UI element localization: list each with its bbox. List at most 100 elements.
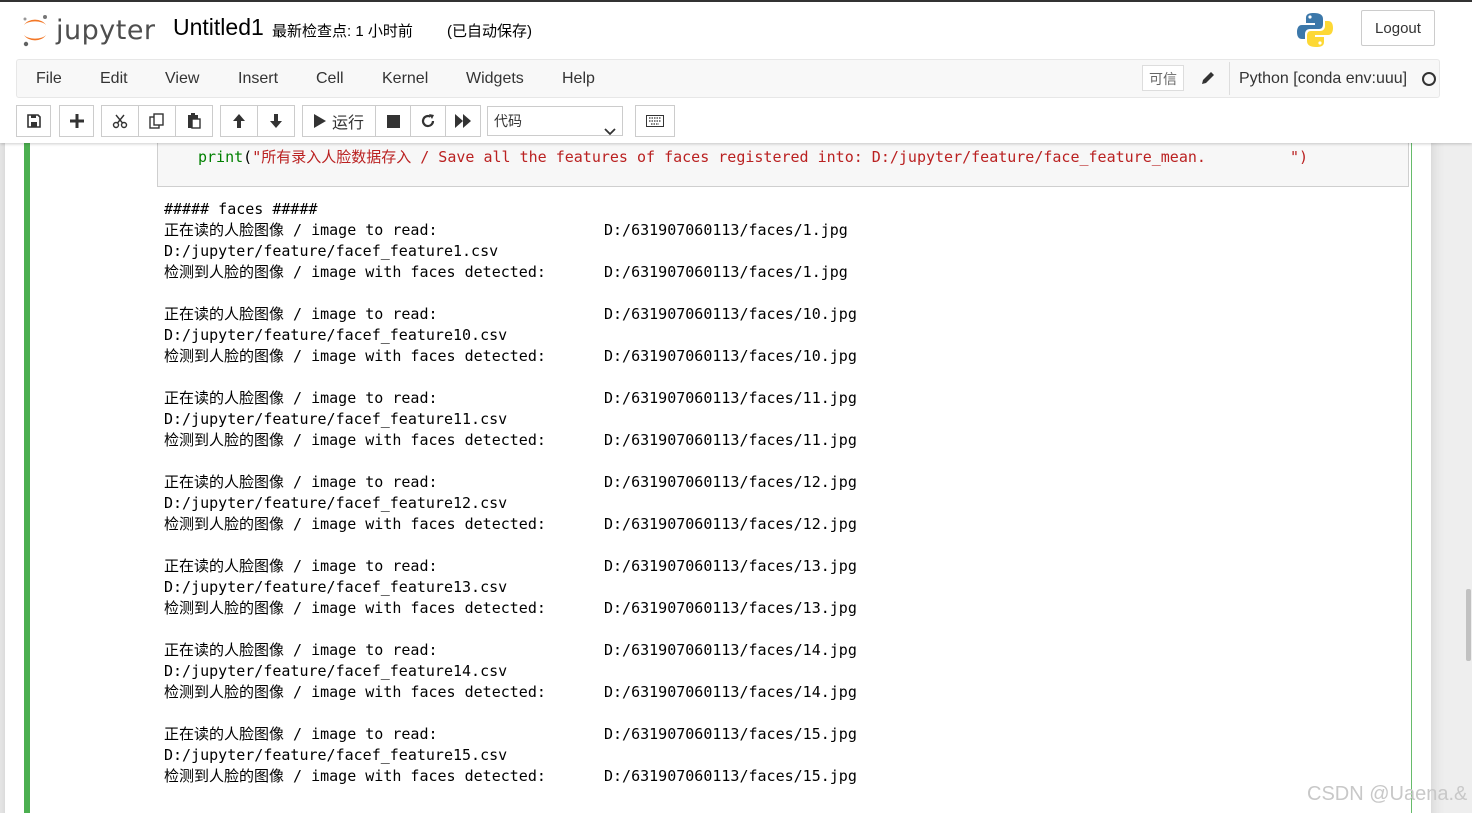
output-blank-line bbox=[164, 451, 507, 472]
code-open: ( bbox=[243, 148, 253, 166]
save-button[interactable] bbox=[16, 105, 51, 137]
code-cell[interactable]: print("所有录入人脸数据存入 / Save all the feature… bbox=[24, 141, 1412, 813]
menubar: File Edit View Insert Cell Kernel Widget… bbox=[16, 59, 1440, 98]
command-palette-button[interactable] bbox=[635, 105, 675, 137]
output-read-line: 正在读的人脸图像 / image to read: D:/631907060113… bbox=[164, 220, 848, 241]
paste-icon bbox=[188, 113, 201, 129]
output-detected-line: 检测到人脸的图像 / image with faces detected: D:/… bbox=[164, 514, 857, 535]
arrow-down-icon bbox=[270, 114, 282, 128]
move-down-button[interactable] bbox=[257, 105, 295, 137]
output-detected-line: 检测到人脸的图像 / image with faces detected: D:/… bbox=[164, 430, 857, 451]
output-blocks: 正在读的人脸图像 / image to read: D:/631907060113… bbox=[164, 220, 857, 808]
trusted-badge[interactable]: 可信 bbox=[1142, 65, 1184, 91]
run-button[interactable]: 运行 bbox=[302, 105, 376, 137]
cell-type-select[interactable]: 代码 bbox=[487, 106, 623, 136]
python-logo-icon bbox=[1296, 11, 1334, 49]
jupyter-logo[interactable]: jupyter bbox=[20, 12, 156, 48]
output-csv-line: D:/jupyter/feature/facef_feature11.csv bbox=[164, 410, 508, 428]
interrupt-button[interactable] bbox=[375, 105, 411, 137]
scrollbar[interactable] bbox=[1466, 589, 1471, 661]
read-path: D:/631907060113/faces/10.jpg bbox=[604, 305, 857, 323]
read-label: 正在读的人脸图像 / image to read: bbox=[164, 557, 438, 575]
read-label: 正在读的人脸图像 / image to read: bbox=[164, 725, 438, 743]
cell-input-area[interactable]: print("所有录入人脸数据存入 / Save all the feature… bbox=[157, 141, 1409, 187]
run-label: 运行 bbox=[331, 115, 364, 132]
output-block: 正在读的人脸图像 / image to read: D:/631907060113… bbox=[164, 724, 857, 808]
copy-icon bbox=[149, 113, 164, 129]
detected-label: 检测到人脸的图像 / image with faces detected: bbox=[164, 767, 546, 785]
autosave-status: (已自动保存) bbox=[447, 23, 532, 40]
checkpoint-status: 最新检查点: 1 小时前 bbox=[272, 23, 413, 40]
output-detected-line: 检测到人脸的图像 / image with faces detected: D:/… bbox=[164, 682, 857, 703]
output-read-line: 正在读的人脸图像 / image to read: D:/631907060113… bbox=[164, 556, 857, 577]
output-block: 正在读的人脸图像 / image to read: D:/631907060113… bbox=[164, 556, 857, 640]
output-read-line: 正在读的人脸图像 / image to read: D:/631907060113… bbox=[164, 472, 857, 493]
detected-path: D:/631907060113/faces/15.jpg bbox=[604, 767, 857, 785]
menu-widgets[interactable]: Widgets bbox=[466, 70, 524, 88]
notebook-name[interactable]: Untitled1 bbox=[173, 14, 264, 41]
output-read-line: 正在读的人脸图像 / image to read: D:/631907060113… bbox=[164, 388, 857, 409]
output-block: 正在读的人脸图像 / image to read: D:/631907060113… bbox=[164, 472, 857, 556]
restart-button[interactable] bbox=[410, 105, 446, 137]
detected-path: D:/631907060113/faces/11.jpg bbox=[604, 431, 857, 449]
detected-label: 检测到人脸的图像 / image with faces detected: bbox=[164, 347, 546, 365]
read-label: 正在读的人脸图像 / image to read: bbox=[164, 221, 438, 239]
menu-kernel[interactable]: Kernel bbox=[382, 70, 428, 88]
kernel-name[interactable]: Python [conda env:uuu] bbox=[1239, 70, 1407, 88]
read-path: D:/631907060113/faces/14.jpg bbox=[604, 641, 857, 659]
output-csv-line: D:/jupyter/feature/facef_feature15.csv bbox=[164, 746, 508, 764]
output-blank-line bbox=[164, 703, 507, 724]
output-csv-line: D:/jupyter/feature/facef_feature13.csv bbox=[164, 578, 508, 596]
copy-button[interactable] bbox=[138, 105, 176, 137]
detected-path: D:/631907060113/faces/13.jpg bbox=[604, 599, 857, 617]
menu-file[interactable]: File bbox=[36, 70, 62, 88]
chevron-down-icon bbox=[604, 117, 616, 145]
cut-icon bbox=[112, 114, 128, 129]
jupyter-logo-icon bbox=[20, 13, 50, 47]
menu-help[interactable]: Help bbox=[562, 70, 595, 88]
detected-path: D:/631907060113/faces/14.jpg bbox=[604, 683, 857, 701]
plus-icon bbox=[69, 114, 84, 128]
output-detected-line: 检测到人脸的图像 / image with faces detected: D:/… bbox=[164, 598, 857, 619]
read-label: 正在读的人脸图像 / image to read: bbox=[164, 473, 438, 491]
keyboard-icon bbox=[646, 115, 664, 127]
cell-type-value: 代码 bbox=[494, 113, 522, 129]
fast-forward-icon bbox=[455, 114, 471, 128]
detected-label: 检测到人脸的图像 / image with faces detected: bbox=[164, 515, 546, 533]
menu-insert[interactable]: Insert bbox=[238, 70, 278, 88]
code-string: "所有录入人脸数据存入 / Save all the features of f… bbox=[252, 148, 1206, 166]
jupyter-logo-text: jupyter bbox=[56, 14, 156, 46]
output-block: 正在读的人脸图像 / image to read: D:/631907060113… bbox=[164, 304, 857, 388]
read-path: D:/631907060113/faces/13.jpg bbox=[604, 557, 857, 575]
read-path: D:/631907060113/faces/12.jpg bbox=[604, 473, 857, 491]
restart-run-all-button[interactable] bbox=[445, 105, 481, 137]
logout-button[interactable]: Logout bbox=[1361, 10, 1435, 46]
menu-cell[interactable]: Cell bbox=[316, 70, 344, 88]
read-path: D:/631907060113/faces/1.jpg bbox=[604, 221, 848, 239]
output-csv-line: D:/jupyter/feature/facef_feature14.csv bbox=[164, 662, 508, 680]
output-block: 正在读的人脸图像 / image to read: D:/631907060113… bbox=[164, 388, 857, 472]
save-icon bbox=[26, 114, 41, 128]
output-blank-line bbox=[164, 535, 507, 556]
read-label: 正在读的人脸图像 / image to read: bbox=[164, 641, 438, 659]
pencil-icon[interactable] bbox=[1200, 70, 1216, 86]
detected-path: D:/631907060113/faces/10.jpg bbox=[604, 347, 857, 365]
read-path: D:/631907060113/faces/15.jpg bbox=[604, 725, 857, 743]
paste-button[interactable] bbox=[175, 105, 213, 137]
read-label: 正在读的人脸图像 / image to read: bbox=[164, 389, 438, 407]
output-blank-line bbox=[164, 619, 507, 640]
read-path: D:/631907060113/faces/11.jpg bbox=[604, 389, 857, 407]
insert-cell-button[interactable] bbox=[59, 105, 94, 137]
output-detected-line: 检测到人脸的图像 / image with faces detected: D:/… bbox=[164, 346, 857, 367]
output-read-line: 正在读的人脸图像 / image to read: D:/631907060113… bbox=[164, 304, 857, 325]
output-detected-line: 检测到人脸的图像 / image with faces detected: D:/… bbox=[164, 766, 857, 787]
output-detected-line: 检测到人脸的图像 / image with faces detected: D:/… bbox=[164, 262, 848, 283]
menu-edit[interactable]: Edit bbox=[100, 70, 128, 88]
stop-icon bbox=[386, 114, 400, 128]
output-block: 正在读的人脸图像 / image to read: D:/631907060113… bbox=[164, 220, 848, 304]
move-up-button[interactable] bbox=[220, 105, 258, 137]
output-csv-line: D:/jupyter/feature/facef_feature10.csv bbox=[164, 326, 508, 344]
cut-button[interactable] bbox=[101, 105, 139, 137]
menu-view[interactable]: View bbox=[165, 70, 199, 88]
code-line: print("所有录入人脸数据存入 / Save all the feature… bbox=[198, 146, 1308, 167]
